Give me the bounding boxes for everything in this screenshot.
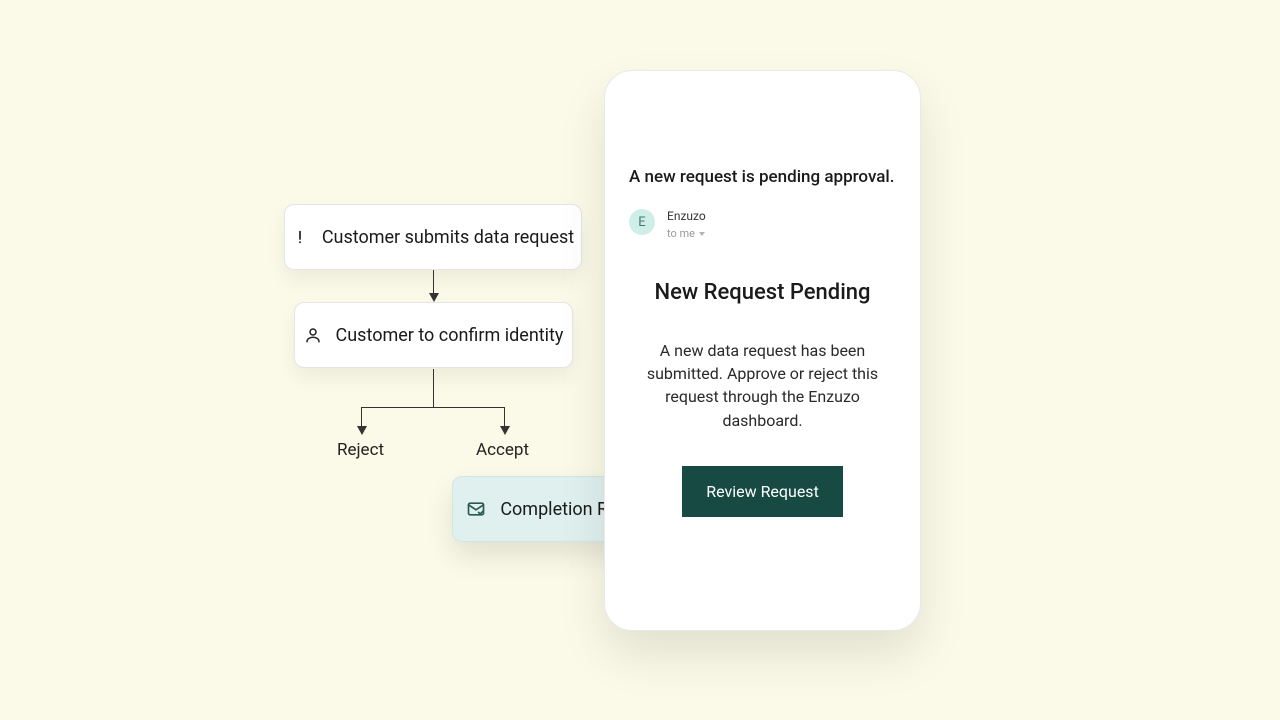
to-line-text: to me — [667, 227, 695, 240]
exclamation-icon — [292, 229, 308, 245]
flow-connector — [504, 407, 505, 426]
sender-meta: Enzuzo to me — [667, 209, 706, 240]
flow-connector — [433, 369, 434, 407]
sender-avatar: E — [629, 209, 655, 235]
email-sender-row: E Enzuzo to me — [629, 209, 896, 240]
chevron-down-icon — [699, 232, 705, 236]
arrowhead-icon — [357, 426, 367, 435]
branch-label-reject: Reject — [337, 440, 384, 460]
flow-node-submit-request: Customer submits data request — [284, 204, 582, 270]
email-title: New Request Pending — [629, 280, 896, 305]
arrowhead-icon — [500, 426, 510, 435]
email-to-line[interactable]: to me — [667, 227, 706, 240]
email-body-text: A new data request has been submitted. A… — [629, 339, 896, 432]
email-subject: A new request is pending approval. — [629, 167, 896, 187]
arrowhead-icon — [429, 293, 439, 302]
flow-connector — [361, 407, 362, 426]
flow-connector — [361, 407, 505, 408]
person-icon — [304, 326, 322, 344]
mail-check-icon — [466, 499, 486, 519]
email-preview-card: A new request is pending approval. E Enz… — [604, 70, 921, 631]
flow-connector — [433, 270, 434, 293]
review-request-button[interactable]: Review Request — [682, 466, 843, 517]
flow-node-label: Customer submits data request — [322, 227, 574, 248]
flow-node-label: Customer to confirm identity — [336, 325, 564, 346]
branch-label-accept: Accept — [476, 440, 529, 460]
sender-name: Enzuzo — [667, 209, 706, 223]
flow-node-confirm-identity: Customer to confirm identity — [294, 302, 573, 368]
